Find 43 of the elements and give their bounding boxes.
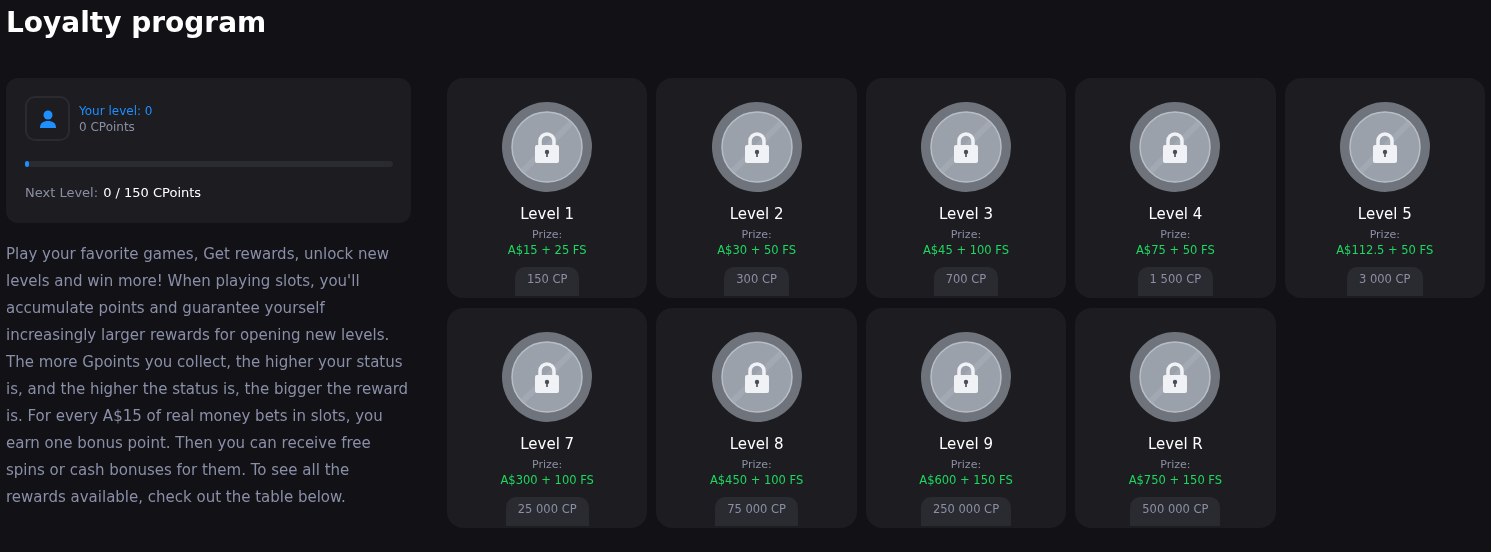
level-name: Level 1 (520, 204, 575, 224)
cost-badge: 3 000 CP (1347, 267, 1423, 297)
prize-label: Prize: (532, 458, 563, 472)
prize-value: A$750 + 150 FS (1128, 472, 1223, 488)
prize-value: A$15 + 25 FS (507, 242, 587, 258)
prize-value: A$450 + 100 FS (709, 472, 804, 488)
prize-value: A$45 + 100 FS (922, 242, 1010, 258)
cost-badge: 250 000 CP (920, 497, 1012, 527)
user-points: 0 CPoints (79, 118, 136, 135)
level-name: Level 5 (1357, 204, 1412, 224)
page-title: Loyalty program (6, 5, 267, 41)
prize-label: Prize: (950, 228, 982, 242)
prize-label: Prize: (1369, 228, 1400, 242)
avatar-icon (25, 96, 70, 141)
prize-label: Prize: (741, 458, 772, 472)
user-level: Your level: 0 (79, 102, 153, 119)
next-level-value: 0 / 150 CPoints (103, 184, 202, 202)
cost-badge: 300 CP (724, 267, 789, 297)
prize-label: Prize: (950, 458, 982, 472)
level-name: Level 8 (729, 434, 784, 454)
cost-badge: 150 CP (514, 267, 580, 297)
prize-value: A$75 + 50 FS (1136, 242, 1215, 258)
prize-label: Prize: (741, 228, 772, 242)
level-name: Level 7 (520, 434, 575, 454)
level-name: Level 9 (939, 434, 993, 454)
cost-badge: 500 000 CP (1130, 497, 1221, 527)
prize-value: A$112.5 + 50 FS (1336, 242, 1434, 258)
level-name: Level 4 (1148, 204, 1203, 224)
prize-label: Prize: (532, 228, 563, 242)
cost-badge: 75 000 CP (715, 497, 798, 527)
prize-value: A$30 + 50 FS (717, 242, 796, 258)
description: Play your favorite games, Get rewards, unlock new levels and win more! When playing slots, you'll accumulate points and guarantee yourself increasingly larger rewards for opening new levels. The more Gpoints you collect, the higher your status is, and the higher the status is, the bigger the reward is. For every A$15 of real money bets in slots, you earn one bonus point. Then you can receive free spins or cash bonuses for them. To see all the rewards available, check out the table below. (6, 243, 410, 508)
level-name: Level 2 (729, 204, 784, 224)
prize-label: Prize: (1160, 228, 1191, 242)
cost-badge: 1 500 CP (1137, 267, 1214, 297)
level-name: Level 3 (939, 204, 993, 224)
next-level-label: Next Level: (25, 184, 99, 202)
cost-badge: 25 000 CP (505, 497, 589, 527)
cost-badge: 700 CP (933, 267, 999, 297)
prize-value: A$600 + 150 FS (919, 472, 1013, 488)
prize-label: Prize: (1160, 458, 1191, 472)
prize-value: A$300 + 100 FS (500, 472, 594, 488)
level-name: Level R (1148, 434, 1203, 454)
